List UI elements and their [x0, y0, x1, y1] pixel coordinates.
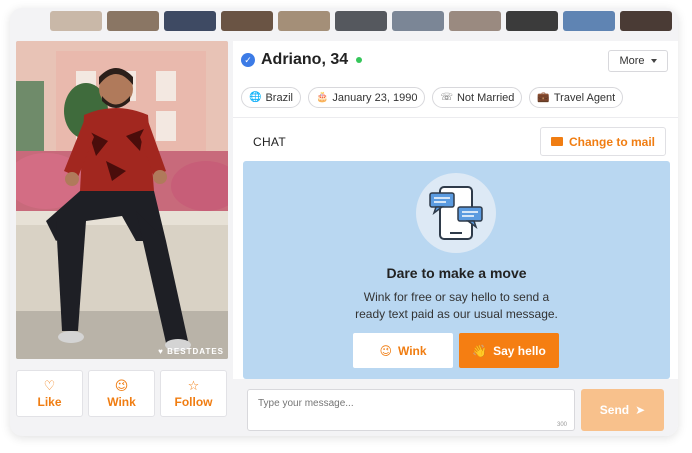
chat-label: CHAT	[253, 135, 286, 149]
cake-icon: 🎂	[315, 92, 329, 103]
send-label: Send	[599, 403, 630, 417]
smile-icon: 😉	[379, 343, 392, 358]
globe-icon: 🌐	[249, 92, 262, 103]
profile-details: ✓ Adriano, 34 More 🌐 Brazil 🎂 January 23…	[233, 41, 678, 436]
thumbnail[interactable]	[392, 11, 444, 31]
char-counter: 300	[557, 422, 568, 428]
chevron-down-icon	[650, 59, 657, 63]
follow-button[interactable]: ☆ Follow	[160, 370, 227, 417]
verified-icon: ✓	[241, 53, 255, 67]
chat-header: CHAT Change to mail	[233, 117, 678, 161]
like-button[interactable]: ♡ Like	[16, 370, 83, 417]
wink-action-button[interactable]: 😉 Wink	[88, 370, 155, 417]
profile-tags: 🌐 Brazil 🎂 January 23, 1990 ☏ Not Marrie…	[241, 87, 624, 108]
profile-name: Adriano, 34	[261, 51, 349, 68]
phone-chat-icon	[429, 186, 483, 240]
change-to-mail-label: Change to mail	[568, 134, 655, 149]
more-label: More	[619, 55, 645, 67]
thumbnail[interactable]	[563, 11, 615, 31]
profile-photo[interactable]: ♥ BESTDATES	[16, 41, 228, 359]
briefcase-icon: 💼	[537, 92, 550, 103]
thumbnail[interactable]	[506, 11, 558, 31]
online-status-dot	[356, 57, 363, 63]
chat-illustration	[416, 173, 496, 253]
subtitle-line: Wink for free or say hello to send a	[363, 290, 550, 304]
profile-actions: ♡ Like 😉 Wink ☆ Follow	[16, 370, 228, 417]
wink-label: Wink	[107, 394, 136, 409]
star-icon: ☆	[187, 377, 200, 393]
smile-icon: 😉	[114, 377, 129, 393]
thumbnail[interactable]	[449, 11, 501, 31]
profile-header: ✓ Adriano, 34	[241, 51, 363, 69]
say-hello-button[interactable]: 👋 Say hello	[459, 333, 559, 368]
wink-button[interactable]: 😉 Wink	[353, 333, 453, 368]
thumbnail[interactable]	[107, 11, 159, 31]
tag-country: 🌐 Brazil	[241, 87, 301, 108]
envelope-icon	[550, 137, 563, 146]
heart-icon: ♡	[43, 377, 56, 393]
message-input[interactable]	[247, 389, 575, 431]
profile-card: ♥ BESTDATES ♡ Like 😉 Wink ☆ Follow ✓ Adr…	[10, 8, 678, 436]
tag-occupation: 💼 Travel Agent	[529, 87, 624, 108]
phone-icon: ☏	[440, 92, 453, 103]
profile-thumbnail-strip	[10, 11, 678, 33]
thumbnail[interactable]	[335, 11, 387, 31]
waving-hand-icon: 👋	[472, 343, 488, 358]
thumbnail[interactable]	[164, 11, 216, 31]
subtitle-line: ready text paid as our usual message.	[355, 307, 558, 321]
message-composer: 300 Send ➤	[233, 379, 678, 436]
thumbnail[interactable]	[278, 11, 330, 31]
follow-label: Follow	[174, 394, 213, 409]
more-dropdown[interactable]: More	[608, 50, 668, 72]
like-label: Like	[37, 394, 62, 409]
thumbnail[interactable]	[221, 11, 273, 31]
tag-birthday: 🎂 January 23, 1990	[307, 87, 426, 108]
tag-label: January 23, 1990	[332, 91, 418, 104]
thumbnail[interactable]	[50, 11, 102, 31]
thumbnail[interactable]	[620, 11, 672, 31]
tag-label: Brazil	[265, 91, 293, 104]
send-button[interactable]: Send ➤	[581, 389, 664, 431]
tag-label: Travel Agent	[553, 91, 616, 104]
send-arrow-icon: ➤	[635, 403, 646, 417]
tag-marital-status: ☏ Not Married	[432, 87, 523, 108]
photo-watermark: ♥ BESTDATES	[158, 347, 224, 356]
profile-photo-image	[16, 41, 228, 359]
say-hello-label: Say hello	[493, 343, 546, 358]
chat-area: Dare to make a move Wink for free or say…	[243, 161, 670, 379]
tag-label: Not Married	[456, 91, 515, 104]
change-to-mail-button[interactable]: Change to mail	[540, 127, 666, 156]
wink-button-label: Wink	[397, 343, 427, 358]
chat-prompt-subtitle: Wink for free or say hello to send a rea…	[243, 289, 670, 323]
chat-prompt-title: Dare to make a move	[386, 265, 527, 281]
